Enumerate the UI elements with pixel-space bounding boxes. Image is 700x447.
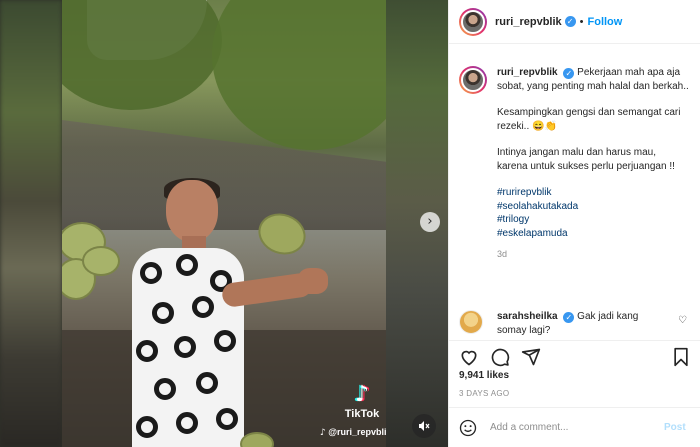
follow-button[interactable]: Follow [588,16,623,28]
avatar[interactable] [459,7,487,36]
speaker-muted-icon[interactable] [412,414,436,438]
separator-dot: • [579,15,584,28]
emoji-icon[interactable] [459,419,477,437]
coconut [82,246,120,276]
share-icon[interactable] [521,347,541,367]
bookmark-icon[interactable] [671,347,691,367]
hashtag-link[interactable]: #trilogy [497,213,689,227]
instagram-post-modal: ♪ TikTok ♪ @ruri_repvblik › ruri_repvbli… [0,0,700,447]
caption-line-3: Intinya jangan malu dan harus mau, karen… [497,147,675,172]
like-count[interactable]: 9,941 likes [459,370,509,381]
tree-canopy [212,0,386,150]
chevron-right-icon[interactable]: › [420,212,440,232]
tiktok-logo-icon: ♪ [354,382,370,407]
verified-badge-icon: ✓ [563,312,575,323]
tiktok-handle-text: @ruri_repvblik [328,427,386,437]
person-head [166,180,218,242]
header-username[interactable]: ruri_repvblik [495,16,562,28]
heart-icon[interactable] [459,347,479,367]
patterned-shirt [132,248,244,447]
comment-username[interactable]: sarahsheilka [497,311,558,322]
blurred-backdrop-left [0,0,62,447]
person-hand [298,268,328,294]
tiktok-brand: TikTok [344,408,380,420]
comment-text: sarahsheilka ✓ Gak jadi kang somay lagi? [497,310,667,337]
caption-username[interactable]: ruri_repvblik [497,67,558,78]
video-frame[interactable]: ♪ TikTok ♪ @ruri_repvblik [62,0,386,447]
caption-text: ruri_repvblik ✓ Pekerjaan mah apa aja so… [497,66,689,240]
avatar[interactable] [459,66,487,94]
caption: ruri_repvblik ✓ Pekerjaan mah apa aja so… [459,66,691,259]
tiktok-handle: ♪ @ruri_repvblik [320,427,386,438]
tiktok-small-icon: ♪ [320,428,326,438]
comments-section[interactable]: ruri_repvblik ✓ Pekerjaan mah apa aja so… [449,44,700,340]
post-button[interactable]: Post [664,422,686,433]
avatar[interactable] [459,310,483,334]
post-side-panel: ruri_repvblik ✓ • Follow ruri_repvblik ✓… [448,0,700,447]
heart-icon[interactable]: ♡ [678,315,687,326]
post-media[interactable]: ♪ TikTok ♪ @ruri_repvblik › [0,0,448,447]
caption-timestamp: 3d [497,249,508,259]
hashtag-link[interactable]: #eskelapamuda [497,227,689,241]
comment-icon[interactable] [490,347,510,367]
hashtag-link[interactable]: #seolahakutakada [497,200,689,214]
comment-composer: Post [449,407,700,447]
tree-canopy [62,0,222,110]
tiktok-watermark: ♪ TikTok [342,382,382,421]
verified-badge-icon: ✓ [564,16,576,27]
comment-item: sarahsheilka ✓ Gak jadi kang somay lagi?… [459,310,691,337]
action-bar [449,340,700,370]
comment-input[interactable] [490,422,660,433]
post-header: ruri_repvblik ✓ • Follow [449,0,700,44]
post-date[interactable]: 3 DAYS AGO [459,389,509,398]
hashtag-list: #rurirepvblik #seolahakutakada #trilogy … [497,186,689,240]
hashtag-link[interactable]: #rurirepvblik [497,186,689,200]
caption-line-2: Kesampingkan gengsi dan semangat cari re… [497,107,681,132]
verified-badge-icon: ✓ [563,68,575,79]
